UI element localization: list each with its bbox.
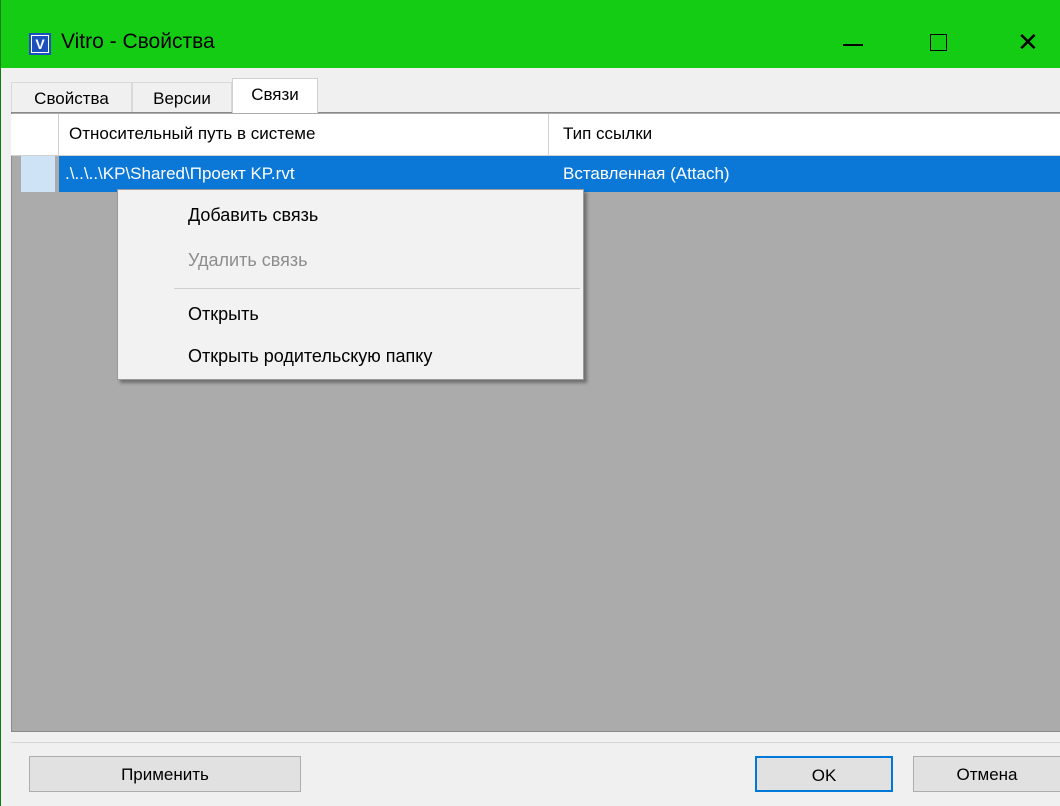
row-selector[interactable] — [21, 156, 55, 192]
window-title: Vitro - Свойства — [61, 30, 215, 53]
tab-versions[interactable]: Версии — [132, 82, 232, 112]
menu-item-open[interactable]: Открыть — [188, 304, 259, 325]
tab-properties[interactable]: Свойства — [11, 82, 132, 112]
maximize-icon — [930, 34, 947, 51]
cell-path-text: .\..\..\KP\Shared\Проект KP.rvt — [65, 164, 295, 183]
grid-corner-cell[interactable] — [11, 114, 59, 156]
title-bar[interactable]: V Vitro - Свойства ✕ — [1, 0, 1060, 68]
close-button[interactable]: ✕ — [1005, 24, 1053, 62]
footer-divider — [11, 742, 1060, 743]
app-icon-letter: V — [32, 36, 48, 52]
cell-link-type[interactable]: Вставленная (Attach) — [549, 156, 1060, 192]
vitro-app-icon: V — [29, 33, 51, 55]
column-header-path[interactable]: Относительный путь в системе — [59, 114, 549, 156]
cell-link-type-text: Вставленная (Attach) — [563, 164, 730, 183]
properties-window: V Vitro - Свойства ✕ Свойства Версии Свя… — [0, 0, 1060, 806]
table-row[interactable]: .\..\..\KP\Shared\Проект KP.rvt Вставлен… — [11, 156, 1060, 192]
ok-button-label: OK — [811, 766, 837, 785]
tab-label: Свойства — [34, 89, 109, 108]
column-header-label: Относительный путь в системе — [69, 124, 316, 143]
maximize-button[interactable] — [913, 24, 961, 62]
apply-button-label: Применить — [121, 765, 209, 784]
context-menu: Добавить связь Удалить связь Открыть Отк… — [117, 189, 584, 380]
column-header-label: Тип ссылки — [563, 124, 653, 143]
menu-icon-gutter — [118, 190, 164, 379]
apply-button[interactable]: Применить — [29, 756, 301, 792]
column-header-link-type[interactable]: Тип ссылки — [549, 114, 1060, 156]
cell-path[interactable]: .\..\..\KP\Shared\Проект KP.rvt — [59, 156, 549, 192]
tab-label: Версии — [153, 89, 211, 108]
minimize-icon — [843, 44, 863, 46]
menu-item-open-parent-folder[interactable]: Открыть родительскую папку — [188, 346, 432, 367]
ok-button[interactable]: OK — [755, 756, 893, 792]
tab-label: Связи — [251, 85, 299, 104]
close-icon: ✕ — [1017, 27, 1039, 57]
menu-separator — [174, 288, 580, 289]
menu-item-add-link[interactable]: Добавить связь — [188, 205, 318, 226]
cancel-button[interactable]: Отмена — [913, 756, 1060, 792]
minimize-button[interactable] — [827, 24, 875, 62]
cancel-button-label: Отмена — [956, 765, 1018, 784]
menu-item-remove-link: Удалить связь — [188, 250, 308, 270]
tab-links[interactable]: Связи — [232, 78, 318, 113]
grid-header: Относительный путь в системе Тип ссылки — [11, 114, 1060, 156]
